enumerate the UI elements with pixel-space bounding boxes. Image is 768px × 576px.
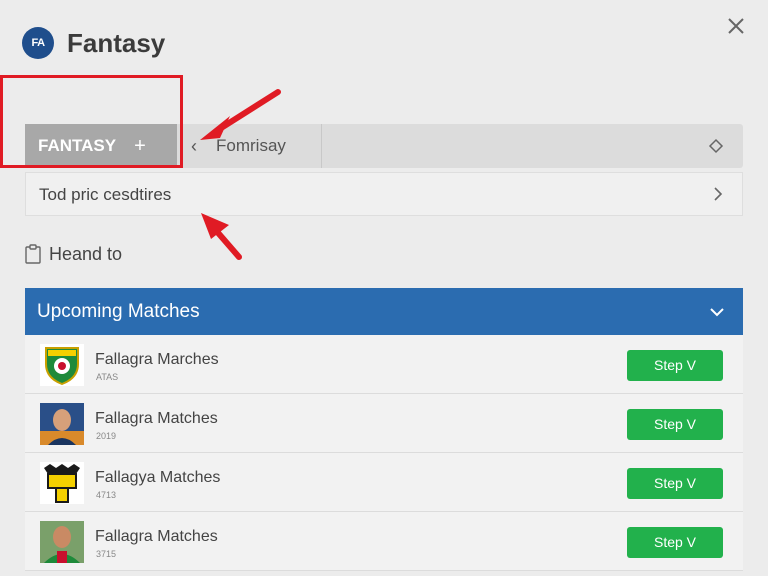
tag-icon[interactable]: [708, 138, 724, 154]
match-row: Fallagra Matches 3715 Step V: [25, 512, 743, 571]
match-thumbnail: [40, 344, 84, 386]
step-button[interactable]: Step V: [627, 527, 723, 558]
match-subtitle: 4713: [96, 490, 117, 500]
player-photo-icon: [40, 521, 84, 563]
heand-label: Heand to: [49, 243, 123, 264]
match-thumbnail: [40, 403, 84, 445]
match-name: Fallagra Marches: [95, 351, 219, 368]
match-row: Fallagra Marches ATAS Step V: [25, 335, 743, 394]
match-list: Fallagra Marches ATAS Step V Fallagra Ma…: [25, 335, 743, 571]
clipboard-icon: [25, 244, 41, 264]
annotation-arrow-icon: [201, 213, 242, 260]
match-subtitle: ATAS: [96, 372, 119, 382]
match-row: Fallagra Matches 2019 Step V: [25, 394, 743, 453]
price-row-label: Tod pric cesdtires: [39, 185, 172, 204]
match-name: Fallagra Matches: [95, 410, 218, 427]
annotation-arrow-icon: [200, 89, 281, 140]
match-name: Fallagra Matches: [95, 528, 218, 545]
upcoming-matches-title: Upcoming Matches: [37, 301, 200, 322]
step-button[interactable]: Step V: [627, 468, 723, 499]
match-thumbnail: [40, 521, 84, 563]
team-crest-icon: [40, 462, 84, 504]
match-name: Fallagya Matches: [95, 469, 221, 486]
step-button[interactable]: Step V: [627, 350, 723, 381]
heand-row[interactable]: Heand to: [25, 241, 122, 267]
match-thumbnail: [40, 462, 84, 504]
app-logo: FA: [22, 27, 54, 59]
match-row: Fallagya Matches 4713 Step V: [25, 453, 743, 512]
price-row[interactable]: Tod pric cesdtires: [25, 172, 743, 216]
chevron-right-icon: [714, 187, 723, 201]
player-photo-icon: [40, 403, 84, 445]
close-button[interactable]: [722, 12, 750, 40]
annotation-highlight-box: [0, 75, 183, 168]
step-button[interactable]: Step V: [627, 409, 723, 440]
team-crest-icon: [40, 344, 84, 386]
chevron-down-icon: [710, 308, 724, 317]
upcoming-matches-header[interactable]: Upcoming Matches: [25, 288, 743, 335]
close-icon: [728, 18, 744, 34]
match-subtitle: 3715: [96, 549, 117, 559]
match-subtitle: 2019: [96, 431, 117, 441]
app-title: Fantasy: [67, 28, 166, 58]
